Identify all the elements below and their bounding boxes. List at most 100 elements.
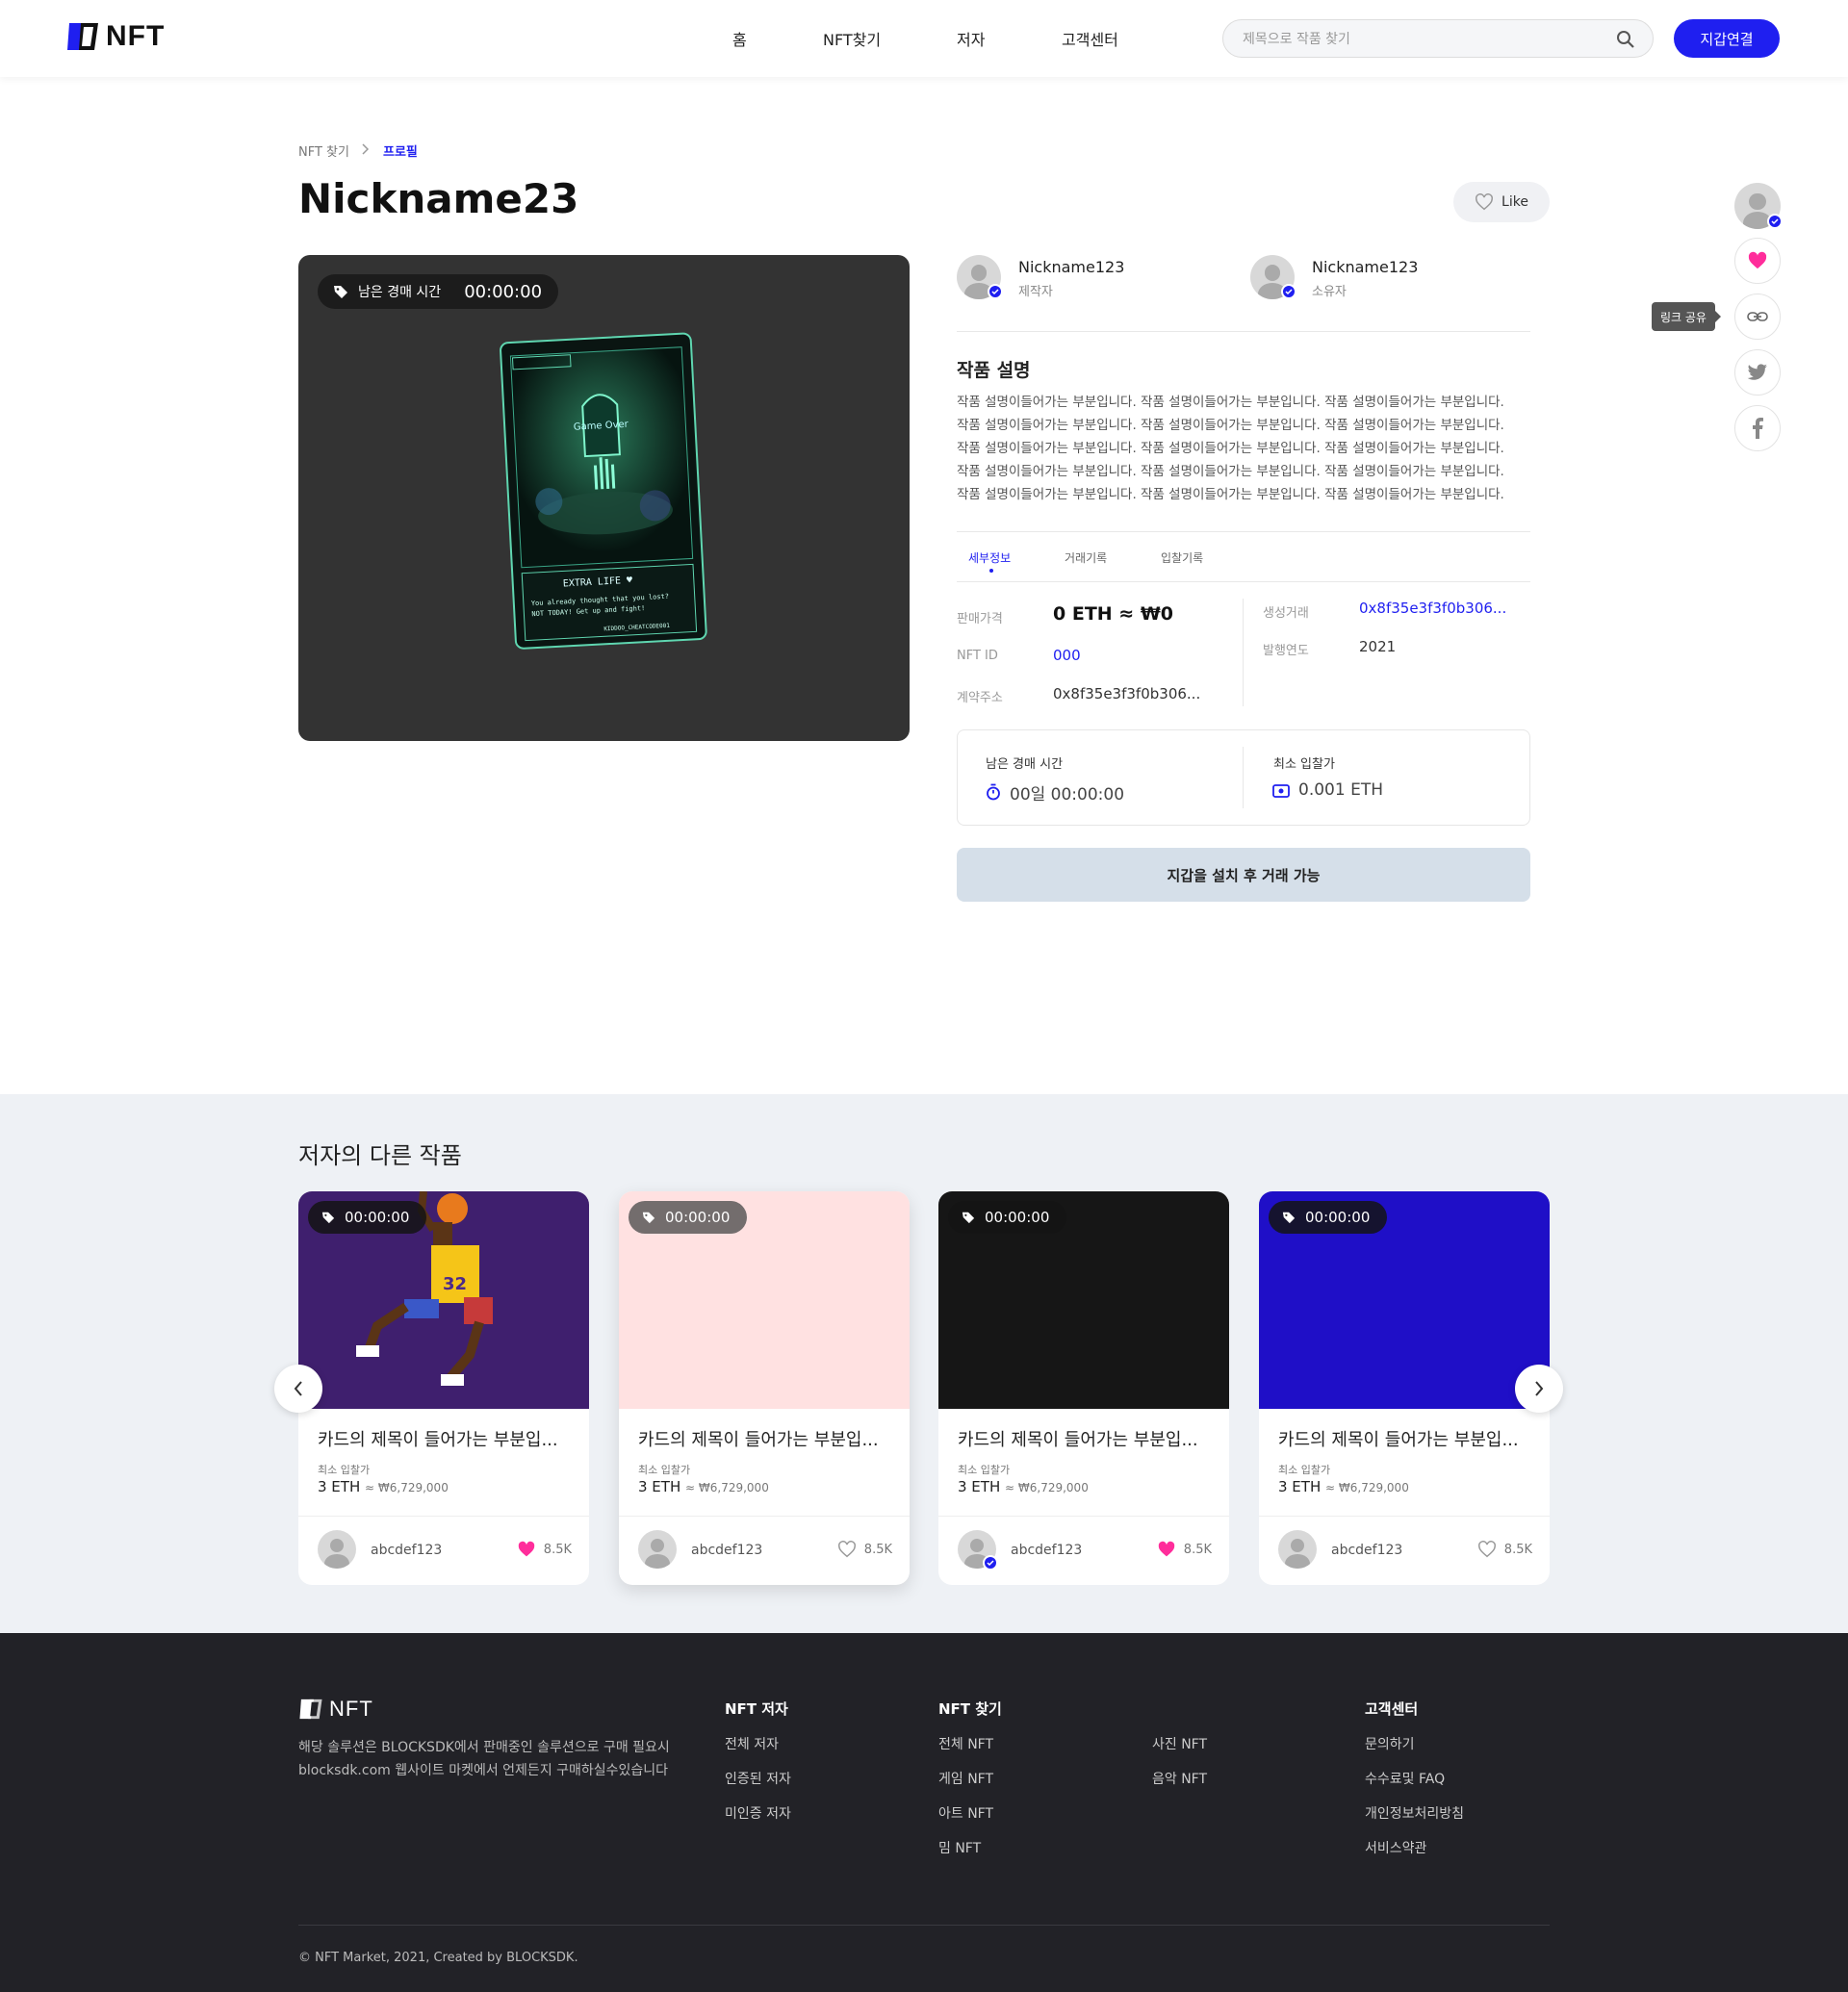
side-link-share-button[interactable] — [1734, 294, 1781, 340]
card-min-bid-label: 최소 입찰가 — [638, 1464, 691, 1476]
footer-logo[interactable]: NFT — [298, 1697, 373, 1722]
creation-tx-value[interactable]: 0x8f35e3f3f0b306... — [1359, 600, 1506, 617]
card-like-button[interactable]: 8.5K — [1157, 1541, 1212, 1558]
footer-link[interactable]: 수수료및 FAQ — [1365, 1769, 1445, 1788]
nav-authors[interactable]: 저자 — [957, 27, 985, 50]
creator-name[interactable]: Nickname123 — [1018, 258, 1124, 276]
nav-find-nft[interactable]: NFT찾기 — [823, 27, 881, 50]
footer-link[interactable]: 미인증 저자 — [725, 1803, 791, 1823]
carousel-prev-button[interactable] — [274, 1365, 322, 1413]
divider — [938, 1516, 1229, 1517]
card-price-eth: 3 ETH — [1278, 1478, 1322, 1495]
like-button[interactable]: Like — [1453, 182, 1550, 222]
heart-outline-icon — [1476, 193, 1493, 211]
card-owner-name[interactable]: abcdef123 — [1011, 1543, 1082, 1558]
card-title: 카드의 제목이 들어가는 부분입... — [318, 1430, 558, 1450]
card-like-button[interactable]: 8.5K — [1477, 1541, 1532, 1558]
logo-text: NFT — [106, 20, 166, 52]
card-title: 카드의 제목이 들어가는 부분입... — [958, 1430, 1198, 1450]
footer-divider — [298, 1925, 1550, 1926]
trade-button[interactable]: 지갑을 설치 후 거래 가능 — [957, 848, 1530, 902]
issue-year-value: 2021 — [1359, 638, 1397, 655]
footer-link[interactable]: 음악 NFT — [1152, 1769, 1207, 1788]
card-price: 3 ETH ≈ ₩6,729,000 — [958, 1478, 1089, 1495]
side-profile-button[interactable] — [1734, 183, 1783, 229]
card-owner-avatar[interactable] — [638, 1530, 677, 1569]
side-twitter-button[interactable] — [1734, 349, 1781, 396]
tab-trade-history[interactable]: 거래기록 — [1065, 549, 1107, 566]
nft-id-value[interactable]: 000 — [1053, 647, 1081, 664]
card-owner-name[interactable]: abcdef123 — [1331, 1543, 1402, 1558]
heart-outline-icon — [1477, 1541, 1496, 1558]
footer-link[interactable]: 전체 저자 — [725, 1734, 779, 1753]
card-like-button[interactable]: 8.5K — [837, 1541, 892, 1558]
nft-card-artwork: Game Over EXTRA LIFE ♥ You already thoug… — [500, 332, 707, 650]
footer-link[interactable]: 사진 NFT — [1152, 1734, 1207, 1753]
footer-find-nft-title: NFT 찾기 — [938, 1700, 1002, 1718]
card-min-bid-label: 최소 입찰가 — [958, 1464, 1011, 1476]
footer-link[interactable]: 전체 NFT — [938, 1734, 993, 1753]
vertical-divider — [1243, 599, 1244, 706]
nft-media-viewer[interactable]: 남은 경매 시간 00:00:00 Game Over EXTRA LIFE ♥… — [298, 255, 910, 741]
card-owner-name[interactable]: abcdef123 — [371, 1543, 442, 1558]
nft-card[interactable]: 00:00:00 카드의 제목이 들어가는 부분입... 최소 입찰가 3 ET… — [619, 1191, 910, 1585]
nft-card[interactable]: 00:00:00 카드의 제목이 들어가는 부분입... 최소 입찰가 3 ET… — [938, 1191, 1229, 1585]
page-title: Nickname23 — [298, 175, 579, 222]
creator-role: 제작자 — [1018, 285, 1053, 299]
card-price-eth: 3 ETH — [638, 1478, 681, 1495]
owner-role: 소유자 — [1312, 285, 1347, 299]
tab-bid-history[interactable]: 입찰기록 — [1161, 549, 1203, 566]
creation-tx-label: 생성거래 — [1263, 606, 1309, 621]
site-footer — [0, 1633, 1848, 1992]
site-logo[interactable]: NFT — [65, 19, 165, 54]
side-facebook-button[interactable] — [1734, 405, 1781, 451]
search-icon[interactable] — [1616, 30, 1635, 49]
wallet-connect-button[interactable]: 지갑연결 — [1674, 19, 1780, 58]
logo-mark-icon — [299, 1698, 322, 1720]
footer-link[interactable]: 서비스약관 — [1365, 1838, 1426, 1857]
price-label: 판매가격 — [957, 612, 1003, 626]
card-like-count: 8.5K — [1183, 1542, 1212, 1557]
auction-time-label: 남은 경매 시간 — [986, 757, 1064, 772]
card-owner-avatar[interactable] — [318, 1530, 356, 1569]
tab-details[interactable]: 세부정보 — [968, 549, 1011, 566]
breadcrumb-parent[interactable]: NFT 찾기 — [298, 141, 349, 160]
side-favorite-button[interactable] — [1734, 238, 1781, 284]
footer-link[interactable]: 개인정보처리방침 — [1365, 1803, 1464, 1823]
card-timer: 00:00:00 — [1305, 1209, 1371, 1226]
carousel-next-button[interactable] — [1515, 1365, 1563, 1413]
nft-card[interactable]: 32 00:00:00 카드의 제목이 들어가는 부분입... 최소 입찰가 3… — [298, 1191, 589, 1585]
nav-home[interactable]: 홈 — [732, 27, 747, 50]
card-like-count: 8.5K — [543, 1542, 572, 1557]
contract-value: 0x8f35e3f3f0b306... — [1053, 685, 1201, 702]
footer-link[interactable]: 문의하기 — [1365, 1734, 1415, 1753]
nft-card[interactable]: 00:00:00 카드의 제목이 들어가는 부분입... 최소 입찰가 3 ET… — [1259, 1191, 1550, 1585]
card-timer: 00:00:00 — [665, 1209, 731, 1226]
issue-year-label: 발행연도 — [1263, 644, 1309, 658]
svg-text:32: 32 — [443, 1274, 467, 1294]
footer-link[interactable]: 게임 NFT — [938, 1769, 993, 1788]
divider — [298, 1516, 589, 1517]
footer-link[interactable]: 인증된 저자 — [725, 1769, 791, 1788]
footer-link[interactable]: 밈 NFT — [938, 1838, 981, 1857]
card-price-krw: ≈ ₩6,729,000 — [1325, 1481, 1409, 1494]
card-timer: 00:00:00 — [345, 1209, 410, 1226]
owner-name[interactable]: Nickname123 — [1312, 258, 1418, 276]
footer-link[interactable]: 아트 NFT — [938, 1803, 993, 1823]
search-input[interactable]: 제목으로 작품 찾기 — [1222, 19, 1654, 58]
other-works-title: 저자의 다른 작품 — [298, 1142, 462, 1169]
auction-time-value: 00일 00:00:00 — [1010, 785, 1125, 804]
card-min-bid-label: 최소 입찰가 — [318, 1464, 371, 1476]
card-like-button[interactable]: 8.5K — [517, 1541, 572, 1558]
card-like-count: 8.5K — [863, 1542, 892, 1557]
card-owner-name[interactable]: abcdef123 — [691, 1543, 762, 1558]
stopwatch-icon — [987, 783, 1000, 801]
card-price: 3 ETH ≈ ₩6,729,000 — [638, 1478, 769, 1495]
nav-support[interactable]: 고객센터 — [1062, 27, 1118, 50]
chevron-right-icon — [362, 143, 370, 155]
money-icon — [1272, 784, 1290, 798]
card-owner-avatar[interactable] — [1278, 1530, 1317, 1569]
card-title: 카드의 제목이 들어가는 부분입... — [1278, 1430, 1519, 1450]
card-title: 카드의 제목이 들어가는 부분입... — [638, 1430, 879, 1450]
heart-filled-icon — [1748, 251, 1767, 269]
